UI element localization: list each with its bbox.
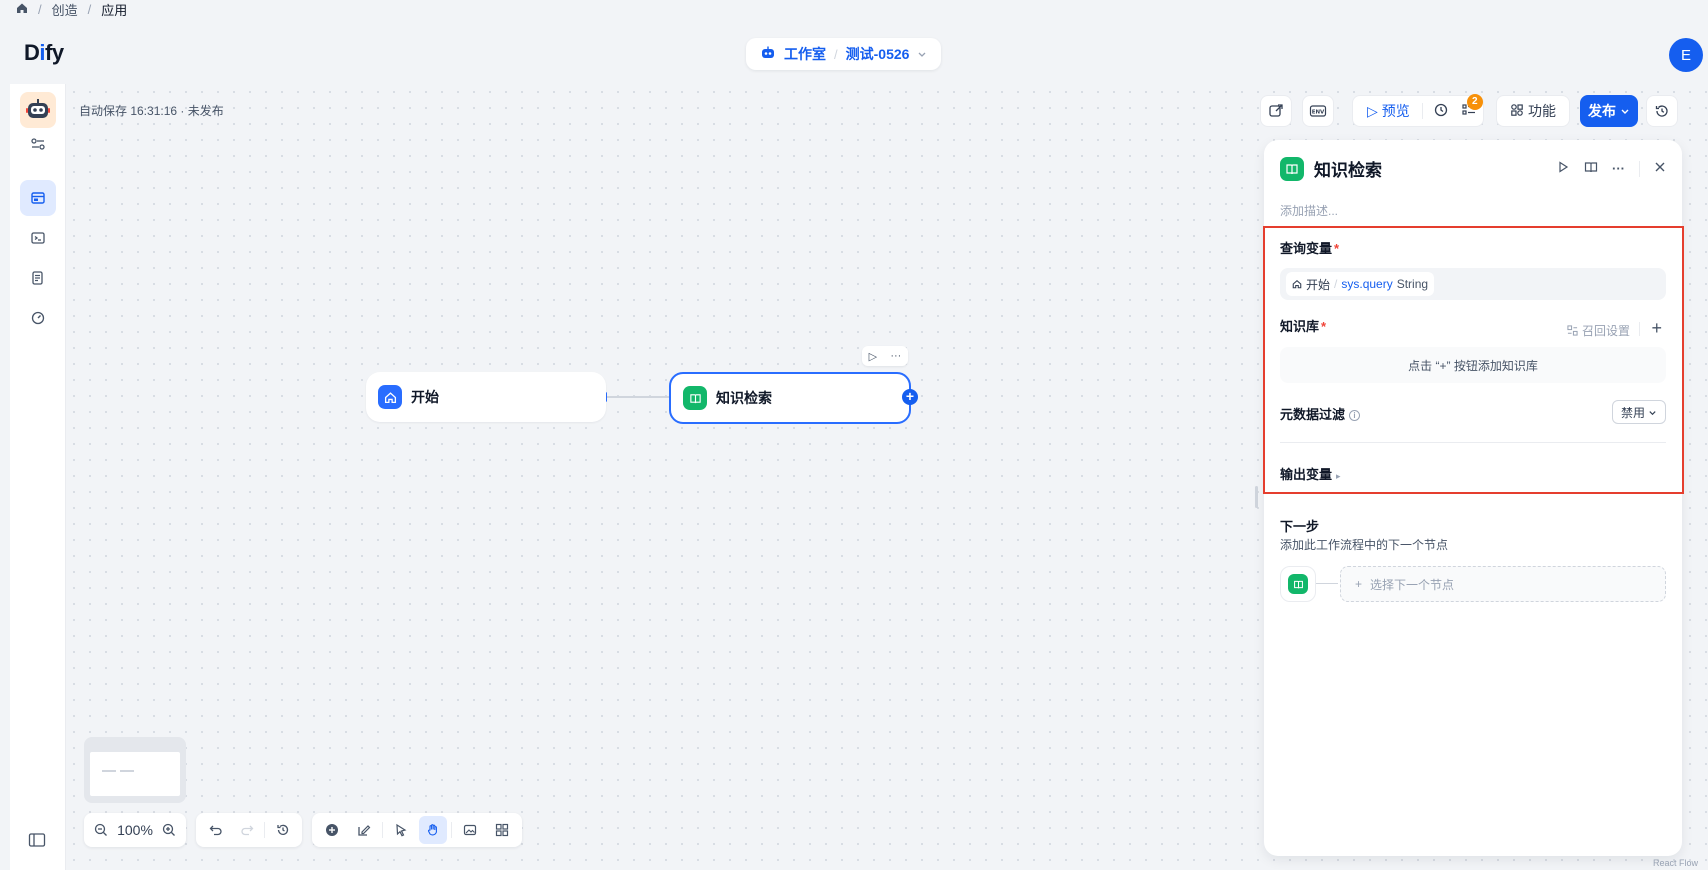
zoom-level[interactable]: 100% bbox=[115, 822, 155, 838]
svg-text:ENV: ENV bbox=[1312, 110, 1325, 116]
home-icon[interactable] bbox=[16, 2, 28, 17]
app-icon[interactable] bbox=[20, 92, 56, 128]
node-start[interactable]: 开始 bbox=[366, 372, 606, 422]
chevron-down-icon bbox=[917, 47, 927, 62]
node-config-panel: 知识检索 ··· 添加描述... 查询变量 * 开始 / sys.query St… bbox=[1263, 140, 1684, 856]
node-label: 开始 bbox=[411, 389, 439, 405]
metadata-filter-select[interactable]: 禁用 bbox=[1611, 400, 1666, 424]
variable-chip[interactable]: 开始 / sys.query String bbox=[1286, 272, 1435, 296]
query-variable-label: 查询变量 * bbox=[1280, 241, 1340, 256]
redo-icon[interactable] bbox=[233, 816, 260, 844]
env-icon[interactable]: ENV bbox=[1302, 95, 1334, 127]
panel-title: 知识检索 bbox=[1280, 156, 1382, 181]
pointer-icon[interactable] bbox=[387, 816, 415, 844]
minimap[interactable] bbox=[84, 737, 186, 803]
history-icon[interactable] bbox=[269, 816, 296, 844]
add-note-icon[interactable] bbox=[350, 816, 378, 844]
breadcrumb-separator: / bbox=[38, 1, 42, 17]
app-sidebar bbox=[10, 84, 66, 870]
run-node-icon[interactable]: ▷ bbox=[869, 350, 877, 363]
preview-group: ▷ 预览 2 bbox=[1352, 93, 1484, 127]
preview-button[interactable]: 预览 bbox=[1382, 101, 1410, 121]
logs-icon[interactable] bbox=[20, 260, 56, 296]
panel-title-text[interactable]: 知识检索 bbox=[1314, 156, 1382, 181]
export-image-icon[interactable] bbox=[456, 816, 484, 844]
breadcrumb-item-apps[interactable]: 应用 bbox=[101, 0, 127, 19]
add-next-node-icon[interactable]: + bbox=[902, 389, 918, 405]
canvas-tools bbox=[312, 813, 522, 847]
hand-icon[interactable] bbox=[419, 816, 447, 844]
breadcrumb-item-create[interactable]: 创造 bbox=[52, 0, 78, 19]
select-next-node-button[interactable]: + 选择下一个节点 bbox=[1340, 566, 1666, 602]
chevron-down-icon bbox=[1620, 103, 1630, 119]
monitoring-gauge-icon[interactable] bbox=[20, 300, 56, 336]
app-header: Dify 工作室 / 测试-0526 E bbox=[10, 22, 1708, 84]
add-node-icon[interactable] bbox=[318, 816, 346, 844]
more-icon[interactable]: ··· bbox=[1612, 161, 1625, 176]
play-icon: ▷ bbox=[1367, 102, 1378, 119]
studio-label[interactable]: 工作室 bbox=[784, 44, 826, 64]
knowledge-empty-state: 点击 “+” 按钮添加知识库 bbox=[1280, 347, 1666, 383]
robot-icon bbox=[760, 45, 776, 64]
react-flow-attribution[interactable]: React Flow bbox=[1653, 858, 1698, 868]
run-step-icon[interactable] bbox=[1556, 160, 1570, 177]
publish-button[interactable]: 发布 bbox=[1580, 95, 1638, 127]
next-step-subtitle: 添加此工作流程中的下一个节点 bbox=[1280, 538, 1449, 552]
history-controls bbox=[196, 813, 302, 847]
node-knowledge-retrieval[interactable]: 知识检索 bbox=[669, 372, 911, 424]
features-button[interactable]: 功能 bbox=[1496, 95, 1570, 127]
recall-settings-button[interactable]: 召回设置 bbox=[1567, 322, 1630, 339]
help-doc-icon[interactable] bbox=[1584, 160, 1598, 177]
zoom-out-icon[interactable] bbox=[90, 816, 111, 844]
breadcrumb-separator: / bbox=[87, 1, 92, 17]
dify-logo[interactable]: Dify bbox=[24, 40, 64, 66]
book-icon bbox=[683, 386, 707, 410]
chevron-down-icon bbox=[1649, 410, 1656, 415]
add-knowledge-icon[interactable]: + bbox=[1651, 318, 1662, 339]
panel-resize-handle[interactable] bbox=[1255, 486, 1258, 508]
settings-sliders-icon[interactable] bbox=[20, 126, 56, 162]
checklist-icon[interactable]: 2 bbox=[1461, 93, 1483, 121]
autosave-status: 自动保存 16:31:16 · 未发布 bbox=[79, 104, 224, 118]
recall-settings-icon bbox=[1567, 325, 1578, 336]
home-icon bbox=[1292, 279, 1302, 289]
node-toolbar: ▷ ··· bbox=[862, 346, 908, 366]
more-icon[interactable]: ··· bbox=[890, 350, 901, 362]
info-icon[interactable]: i bbox=[1349, 410, 1361, 422]
app-name[interactable]: 测试-0526 bbox=[846, 44, 910, 64]
features-icon bbox=[1510, 103, 1524, 120]
orchestrate-icon[interactable] bbox=[20, 180, 56, 216]
caret-right-icon: ▸ bbox=[1336, 471, 1341, 481]
user-avatar[interactable]: E bbox=[1669, 38, 1703, 72]
node-label: 知识检索 bbox=[716, 390, 772, 406]
history-run-icon[interactable] bbox=[1433, 102, 1449, 121]
organize-blocks-icon[interactable] bbox=[488, 816, 516, 844]
terminal-icon[interactable] bbox=[20, 220, 56, 256]
zoom-controls: 100% bbox=[84, 813, 186, 847]
breadcrumb: / 创造 / 应用 bbox=[16, 0, 127, 18]
query-variable-selector[interactable]: 开始 / sys.query String bbox=[1280, 268, 1666, 300]
home-icon bbox=[378, 385, 402, 409]
undo-icon[interactable] bbox=[202, 816, 229, 844]
plus-icon: + bbox=[1355, 577, 1363, 591]
close-icon[interactable] bbox=[1654, 161, 1666, 176]
next-step-title: 下一步 bbox=[1280, 519, 1320, 534]
metadata-filter-label: 元数据过滤 i bbox=[1280, 404, 1361, 423]
version-history-icon[interactable] bbox=[1646, 95, 1678, 127]
current-node-chip bbox=[1280, 566, 1316, 602]
book-icon bbox=[1280, 156, 1304, 181]
share-icon[interactable] bbox=[1260, 95, 1292, 127]
book-icon bbox=[1288, 574, 1308, 594]
output-variables-toggle[interactable]: 输出变量 ▸ bbox=[1280, 464, 1341, 483]
minimap-viewport bbox=[90, 752, 180, 796]
sidebar-collapse-icon[interactable] bbox=[28, 832, 48, 850]
zoom-in-icon[interactable] bbox=[159, 816, 180, 844]
divider: / bbox=[834, 46, 838, 62]
description-input[interactable]: 添加描述... bbox=[1280, 202, 1338, 219]
knowledge-label: 知识库 * bbox=[1280, 319, 1327, 334]
checklist-badge: 2 bbox=[1466, 93, 1483, 110]
edge-start-to-knowledge bbox=[606, 396, 669, 398]
panel-tools: ··· bbox=[1556, 160, 1666, 177]
studio-app-switcher[interactable]: 工作室 / 测试-0526 bbox=[746, 38, 942, 70]
